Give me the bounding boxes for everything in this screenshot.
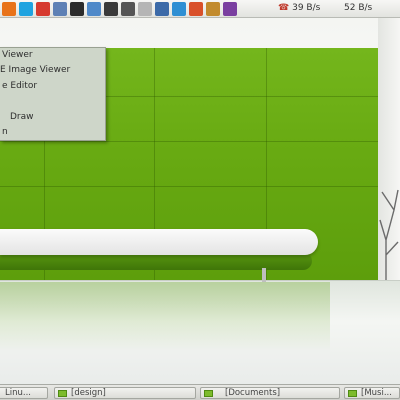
network-icon: ☎ — [278, 3, 290, 13]
firefox-icon[interactable] — [2, 2, 16, 16]
menu-item-image-viewer[interactable]: E Image Viewer — [0, 63, 104, 78]
sofa-cushion — [0, 229, 318, 255]
menu-item-viewer[interactable]: Viewer — [0, 48, 104, 63]
globe-icon[interactable] — [172, 2, 186, 16]
taskbar: Linu... [design] [Documents] [Musi... — [0, 384, 400, 400]
home-icon[interactable] — [121, 2, 135, 16]
taskbar-button-documents[interactable]: [Documents] — [200, 387, 340, 399]
wall-grid-line — [0, 141, 378, 142]
fruit-icon[interactable] — [189, 2, 203, 16]
menu-item-label: Viewer — [2, 50, 33, 60]
folder-icon — [58, 390, 67, 397]
book-icon[interactable] — [206, 2, 220, 16]
opera-icon[interactable] — [36, 2, 50, 16]
terminal-icon[interactable] — [70, 2, 84, 16]
sofa-leg — [262, 268, 266, 282]
menu-item-editor[interactable]: e Editor — [0, 79, 104, 94]
menu-item-label: Draw — [10, 112, 34, 122]
photo-editor-icon[interactable] — [155, 2, 169, 16]
taskbar-button-music[interactable]: [Musi... — [344, 387, 400, 399]
taskbar-button-label: [Documents] — [225, 388, 281, 398]
folder-icon — [204, 390, 213, 397]
application-menu: Viewer E Image Viewer e Editor Draw n — [0, 47, 106, 141]
taskbar-button-label: [design] — [71, 388, 106, 398]
taskbar-button-label: [Musi... — [361, 388, 392, 398]
folder-icon — [348, 390, 357, 397]
file-manager-icon[interactable] — [53, 2, 67, 16]
monitor-icon[interactable] — [104, 2, 118, 16]
taskbar-button-label: Linu... — [5, 388, 31, 398]
top-panel: ☎ 39 B/s 52 B/s — [0, 0, 400, 18]
wall-grid-line — [0, 186, 378, 187]
menu-item-other[interactable]: n — [0, 125, 104, 140]
taskbar-button-linux[interactable]: Linu... — [0, 387, 48, 399]
network-download-label: 39 B/s — [292, 3, 321, 13]
floor-edge — [0, 280, 400, 281]
menu-item-label: n — [2, 127, 8, 137]
menu-item-label: E Image Viewer — [0, 65, 71, 75]
floor-reflection — [0, 282, 330, 352]
image-viewer-icon[interactable] — [87, 2, 101, 16]
network-upload-rate: 52 B/s — [344, 3, 373, 13]
menu-item-label: e Editor — [2, 81, 38, 91]
network-download-rate: ☎ 39 B/s — [278, 3, 320, 13]
menu-item-draw[interactable]: Draw — [0, 110, 104, 125]
menu-item-blank[interactable] — [0, 95, 104, 110]
taskbar-button-design[interactable]: [design] — [54, 387, 196, 399]
branch-decoration — [379, 189, 399, 280]
media-icon[interactable] — [223, 2, 237, 16]
skype-icon[interactable] — [19, 2, 33, 16]
disk-icon[interactable] — [138, 2, 152, 16]
